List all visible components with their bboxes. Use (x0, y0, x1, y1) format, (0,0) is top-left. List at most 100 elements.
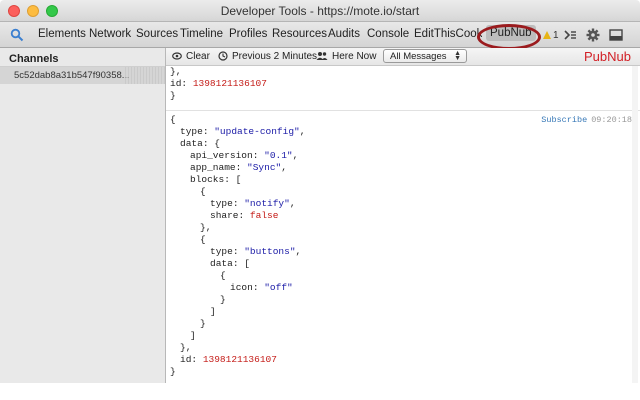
json-bracket: } (170, 366, 176, 377)
code-line: }, (170, 66, 267, 78)
json-key: type (210, 246, 233, 257)
code-line: { (170, 186, 305, 198)
json-punctuation: , (289, 198, 296, 209)
code-line: blocks: [ (190, 174, 242, 185)
channels-heading: Channels (9, 53, 59, 65)
code-line: type: "buttons", (210, 246, 302, 257)
code-line: } (170, 90, 267, 102)
tab-network[interactable]: Network (89, 28, 131, 40)
here-now-button[interactable]: Here Now (316, 51, 376, 62)
json-value: "Sync" (247, 162, 282, 173)
code-line: data: { (180, 138, 220, 149)
json-bracket: { (220, 270, 226, 281)
json-key: id (170, 78, 182, 89)
activity-sparkline (125, 67, 165, 84)
json-bracket: }, (200, 222, 212, 233)
warning-counter[interactable]: 1 (543, 30, 559, 41)
code-line: } (170, 366, 305, 378)
select-arrows-icon: ▲ ▼ (454, 50, 461, 62)
channels-sidebar: Channels 5c52dab8a31b547f90358... (0, 48, 166, 383)
json-key: api_version (190, 150, 253, 161)
json-key: share (210, 210, 239, 221)
title-bar: Developer Tools - https://mote.io/start (0, 0, 640, 22)
warning-count: 1 (553, 30, 559, 41)
devtools-toolbar: Elements Network Sources Timeline Profil… (0, 22, 640, 48)
code-line: data: [ (210, 258, 250, 269)
code-line: } (170, 294, 305, 306)
json-bracket: { (214, 138, 220, 149)
json-key: type (210, 198, 233, 209)
json-key: data (180, 138, 203, 149)
tab-resources[interactable]: Resources (272, 28, 327, 40)
json-value: "off" (264, 282, 293, 293)
clear-icon (172, 52, 182, 60)
tab-audits[interactable]: Audits (328, 28, 360, 40)
message-action: Subscribe (541, 115, 588, 125)
json-bracket: { (170, 114, 176, 125)
json-value: "notify" (244, 198, 290, 209)
json-value: 1398121136107 (202, 354, 277, 365)
code-line: { (170, 270, 305, 282)
code-line: share: false (210, 210, 279, 221)
console-drawer-icon[interactable] (563, 28, 577, 42)
code-line: id: 1398121136107 (170, 78, 267, 89)
clear-label: Clear (186, 51, 210, 62)
json-bracket: { (200, 186, 206, 197)
code-line: ] (170, 330, 305, 342)
message-filter-value: All Messages (390, 51, 447, 62)
json-value: "buttons" (244, 246, 296, 257)
channel-list-item[interactable]: 5c52dab8a31b547f90358... (0, 67, 165, 84)
devtools-window: Developer Tools - https://mote.io/start … (0, 0, 640, 383)
tab-profiles[interactable]: Profiles (229, 28, 267, 40)
json-value: 1398121136107 (192, 78, 267, 89)
message-time: 09:20:18 (591, 115, 632, 125)
window-title: Developer Tools - https://mote.io/start (220, 4, 420, 18)
tab-pubnub[interactable]: PubNub (486, 25, 536, 41)
message-filter-select[interactable]: All Messages ▲ ▼ (383, 49, 467, 63)
json-bracket: } (200, 318, 206, 329)
json-punctuation: , (295, 246, 302, 257)
json-bracket: ] (210, 306, 216, 317)
scrollbar[interactable] (632, 66, 638, 383)
json-bracket: { (200, 234, 206, 245)
message-divider (166, 110, 640, 111)
json-bracket: }, (180, 342, 192, 353)
json-bracket: } (170, 90, 176, 101)
clock-icon (218, 51, 228, 61)
previous-label: Previous 2 Minutes (232, 51, 318, 62)
tab-elements[interactable]: Elements (38, 28, 86, 40)
dock-icon[interactable] (609, 28, 623, 42)
json-key: blocks (190, 174, 225, 185)
tab-console[interactable]: Console (367, 28, 409, 40)
json-key: type (180, 126, 203, 137)
code-line: { (170, 234, 305, 246)
json-value: "update-config" (214, 126, 300, 137)
json-punctuation: , (292, 150, 299, 161)
message-entry: }, id: 1398121136107} (170, 66, 267, 102)
pubnub-logo: PubNub (584, 49, 631, 64)
clear-button[interactable]: Clear (172, 51, 210, 62)
previous-2-minutes-button[interactable]: Previous 2 Minutes (218, 51, 317, 62)
json-bracket: } (220, 294, 226, 305)
tab-editthiscookie[interactable]: EditThisCookie (414, 28, 482, 40)
tab-sources[interactable]: Sources (136, 28, 178, 40)
json-bracket: }, (170, 66, 182, 77)
gear-icon[interactable] (586, 28, 600, 42)
json-value: false (249, 210, 279, 221)
code-line: { (170, 114, 305, 126)
tab-timeline[interactable]: Timeline (180, 28, 223, 40)
code-line: api_version: "0.1", (190, 150, 299, 161)
here-now-label: Here Now (332, 51, 377, 62)
warning-icon (543, 31, 551, 39)
json-punctuation: , (299, 126, 306, 137)
code-line: }, (170, 222, 305, 234)
code-line: id: 1398121136107 (180, 354, 277, 365)
code-line: type: "notify", (210, 198, 296, 209)
json-bracket: ] (190, 330, 196, 341)
json-punctuation: , (281, 162, 287, 173)
search-icon[interactable] (10, 28, 24, 42)
json-value: "0.1" (264, 150, 293, 161)
json-key: app_name (190, 162, 236, 173)
message-log[interactable]: }, id: 1398121136107} Subscribe 09:20:18 {… (166, 66, 640, 383)
message-entry: {type: "update-config", data: {api_versio… (170, 114, 305, 378)
